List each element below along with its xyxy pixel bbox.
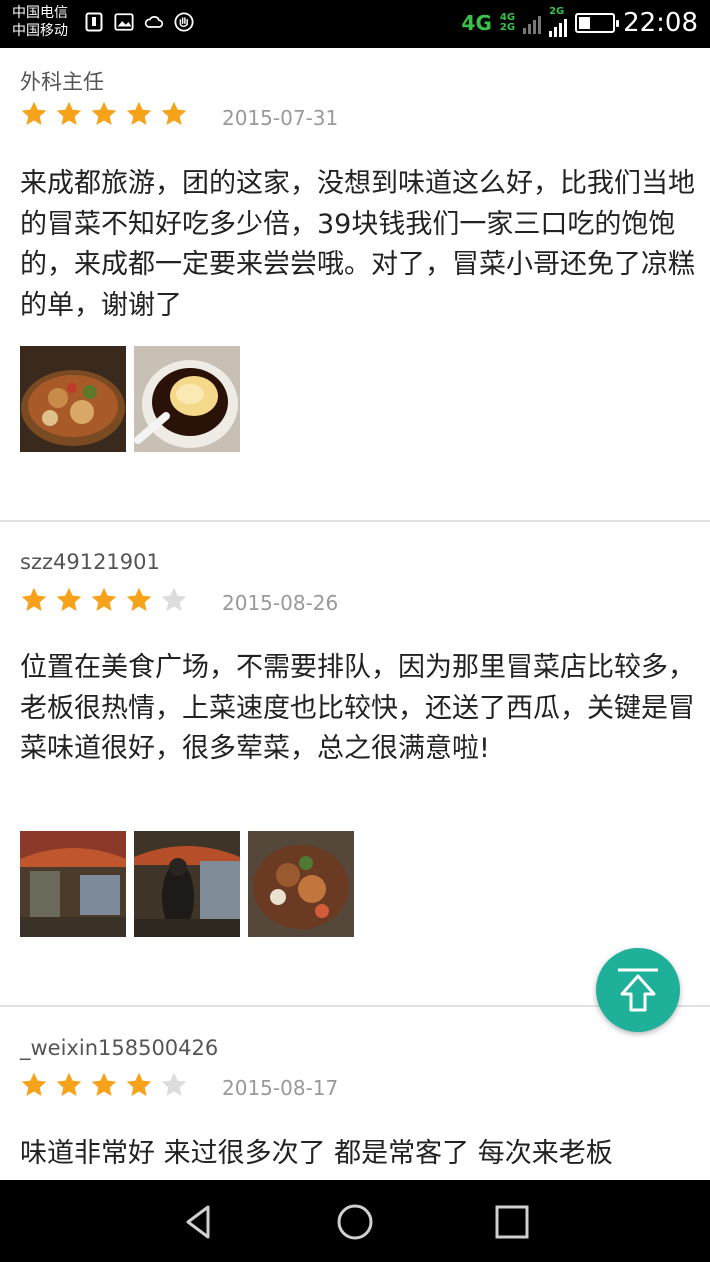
- review-text: 来成都旅游，团的这家，没想到味道这么好，比我们当地的冒菜不知好吃多少倍，39块钱…: [20, 168, 695, 321]
- star-filled-icon: [21, 101, 47, 125]
- rating-stars: [20, 586, 188, 614]
- star-filled-icon: [91, 587, 117, 611]
- review-text: 味道非常好 来过很多次了 都是常客了 每次来老板: [20, 1138, 613, 1169]
- star-filled-icon: [56, 587, 82, 611]
- system-nav-bar: [0, 1180, 710, 1262]
- home-icon[interactable]: [335, 1202, 375, 1242]
- review-photos: [20, 346, 240, 452]
- review-date: 2015-08-17: [222, 1076, 339, 1100]
- review-photos: [20, 831, 354, 937]
- star-filled-icon: [161, 101, 187, 125]
- star-filled-icon: [21, 1072, 47, 1096]
- review-username[interactable]: szz49121901: [20, 550, 160, 574]
- status-bar: 中国电信 中国移动 4G 4G 2G 2G 22:08: [0, 0, 710, 48]
- review-date: 2015-07-31: [222, 106, 339, 130]
- signal-icon-2: [549, 15, 568, 37]
- network-2g-group: 2G: [549, 6, 568, 37]
- notification-icons: [84, 12, 194, 32]
- star-filled-icon: [21, 587, 47, 611]
- hotpot-photo[interactable]: [20, 346, 126, 452]
- signal-icon: [523, 12, 542, 34]
- network-type: 4G: [461, 11, 492, 35]
- star-filled-icon: [126, 1072, 152, 1096]
- carrier-2: 中国移动: [12, 23, 68, 39]
- star-filled-icon: [126, 587, 152, 611]
- scroll-to-top-button[interactable]: [596, 948, 680, 1032]
- review-username[interactable]: _weixin158500426: [20, 1036, 218, 1060]
- review-date: 2015-08-26: [222, 591, 339, 615]
- status-right: 4G 4G 2G 2G 22:08: [461, 6, 698, 39]
- star-empty-icon: [161, 1072, 187, 1096]
- star-filled-icon: [91, 101, 117, 125]
- star-filled-icon: [56, 1072, 82, 1096]
- street-photo[interactable]: [20, 831, 126, 937]
- scroll-to-top-icon: [618, 968, 658, 1012]
- network-small-bottom: 2G: [499, 22, 516, 33]
- cloud-icon: [144, 12, 164, 32]
- sim-icon: [84, 12, 104, 32]
- network-2g: 2G: [549, 6, 565, 17]
- dessert-photo[interactable]: [134, 346, 240, 452]
- carrier-info: 中国电信 中国移动: [12, 4, 68, 40]
- carrier-1: 中国电信: [12, 5, 68, 21]
- star-empty-icon: [161, 587, 187, 611]
- recents-icon[interactable]: [492, 1202, 532, 1242]
- divider: [0, 520, 710, 522]
- image-icon: [114, 12, 134, 32]
- clock: 22:08: [623, 8, 698, 38]
- star-filled-icon: [126, 101, 152, 125]
- network-small: 4G 2G: [500, 13, 515, 33]
- street-photo[interactable]: [134, 831, 240, 937]
- hand-icon: [174, 12, 194, 32]
- dish-photo[interactable]: [248, 831, 354, 937]
- rating-stars: [20, 100, 188, 128]
- battery-icon: [575, 13, 620, 33]
- star-filled-icon: [91, 1072, 117, 1096]
- review-username[interactable]: 外科主任: [20, 66, 104, 96]
- back-icon[interactable]: [178, 1202, 218, 1242]
- star-filled-icon: [56, 101, 82, 125]
- battery-fill: [579, 17, 591, 29]
- review-text: 位置在美食广场，不需要排队，因为那里冒菜店比较多，老板很热情，上菜速度也比较快，…: [20, 652, 695, 764]
- rating-stars: [20, 1071, 188, 1099]
